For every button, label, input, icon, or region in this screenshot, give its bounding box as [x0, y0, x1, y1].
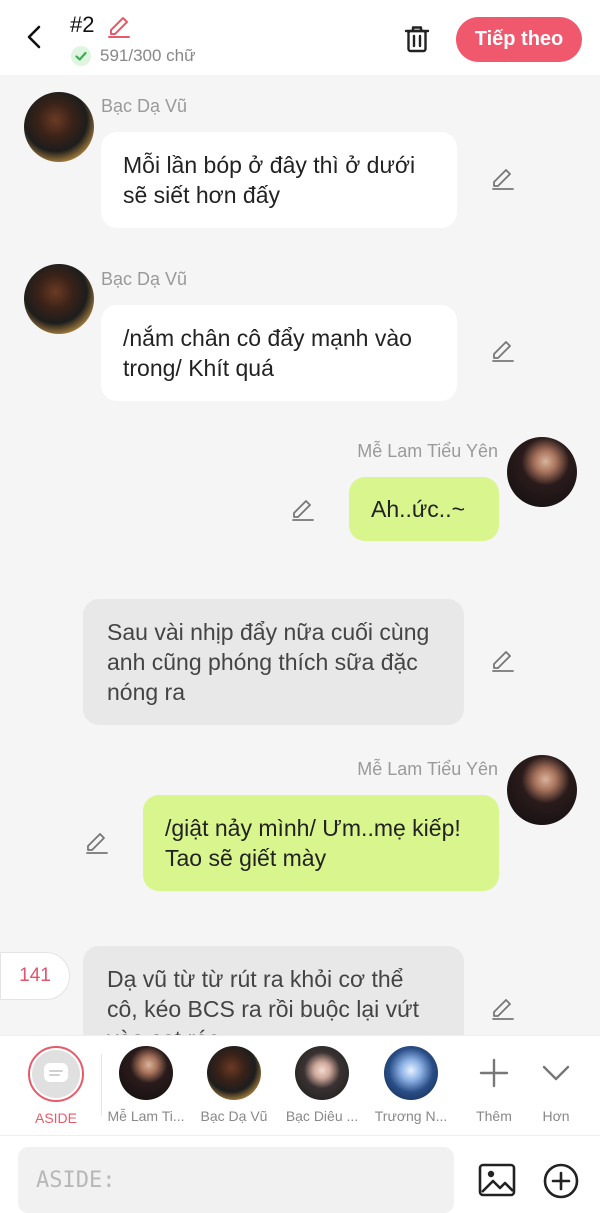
avatar[interactable] — [507, 755, 577, 825]
message-bubble[interactable]: /giật nảy mình/ Ưm..mẹ kiếp! Tao sẽ giết… — [143, 795, 499, 891]
next-button[interactable]: Tiếp theo — [456, 17, 582, 62]
pencil-icon[interactable] — [490, 166, 516, 192]
message-input[interactable] — [18, 1147, 454, 1213]
character-bac-da-vu[interactable]: Bạc Dạ Vũ — [192, 1046, 276, 1130]
check-circle-icon — [71, 46, 91, 66]
character-label: Bạc Diêu ... — [285, 1108, 359, 1124]
pencil-icon[interactable] — [490, 996, 516, 1022]
pencil-icon[interactable] — [490, 648, 516, 674]
chapter-title: #2 — [70, 12, 95, 37]
plus-icon — [479, 1058, 509, 1088]
avatar — [119, 1046, 173, 1100]
image-icon[interactable] — [478, 1162, 516, 1198]
sender-name: Bạc Dạ Vũ — [101, 96, 188, 116]
more-label: Hơn — [542, 1108, 570, 1124]
avatar[interactable] — [507, 437, 577, 507]
trash-icon[interactable] — [400, 22, 434, 56]
avatar[interactable] — [24, 264, 94, 334]
chevron-down-icon — [542, 1065, 570, 1081]
message-bubble[interactable]: Ah..ức..~ — [349, 477, 499, 541]
character-bac-dieu[interactable]: Bạc Diêu ... — [280, 1046, 364, 1130]
message-bubble[interactable]: Mỗi lần bóp ở đây thì ở dưới sẽ siết hơn… — [101, 132, 457, 228]
avatar — [207, 1046, 261, 1100]
message-bubble[interactable]: /nắm chân cô đẩy mạnh vào trong/ Khít qu… — [101, 305, 457, 401]
avatar — [384, 1046, 438, 1100]
word-count-row: 591/300 chữ — [70, 44, 196, 68]
pencil-icon[interactable] — [490, 338, 516, 364]
sender-name: Mễ Lam Tiểu Yên — [357, 759, 498, 779]
message-counter-badge[interactable]: 141 — [0, 952, 70, 1000]
sender-name: Bạc Dạ Vũ — [101, 269, 188, 289]
character-bar: ASIDE Mễ Lam Ti... Bạc Dạ Vũ Bạc Diêu ..… — [0, 1035, 600, 1135]
character-label: Mễ Lam Ti... — [107, 1108, 185, 1124]
character-label: Bạc Dạ Vũ — [200, 1108, 268, 1124]
chat-editor-screen: #2 591/300 chữ Tiếp theo Bạc Dạ Vũ Mỗi l… — [0, 0, 600, 1213]
plus-circle-icon[interactable] — [542, 1162, 580, 1200]
narration-bubble[interactable]: Sau vài nhịp đẩy nữa cuối cùng anh cũng … — [83, 599, 464, 725]
pencil-icon[interactable] — [290, 497, 316, 523]
header: #2 591/300 chữ Tiếp theo — [0, 0, 600, 75]
word-count: 591/300 chữ — [100, 46, 196, 65]
character-label: Trương N... — [374, 1108, 448, 1124]
character-me-lam[interactable]: Mễ Lam Ti... — [104, 1046, 188, 1130]
avatar — [295, 1046, 349, 1100]
character-aside[interactable]: ASIDE — [14, 1046, 98, 1130]
avatar[interactable] — [24, 92, 94, 162]
sender-name: Mễ Lam Tiểu Yên — [357, 441, 498, 461]
divider — [101, 1054, 102, 1116]
input-area — [0, 1135, 600, 1213]
more-button[interactable]: Hơn — [514, 1046, 598, 1130]
pencil-icon[interactable] — [106, 14, 132, 40]
character-truong[interactable]: Trương N... — [369, 1046, 453, 1130]
back-icon[interactable] — [18, 20, 52, 54]
character-label: ASIDE — [34, 1110, 77, 1126]
aside-ring — [28, 1046, 84, 1102]
chat-bubble-icon — [44, 1063, 68, 1082]
pencil-icon[interactable] — [84, 830, 110, 856]
